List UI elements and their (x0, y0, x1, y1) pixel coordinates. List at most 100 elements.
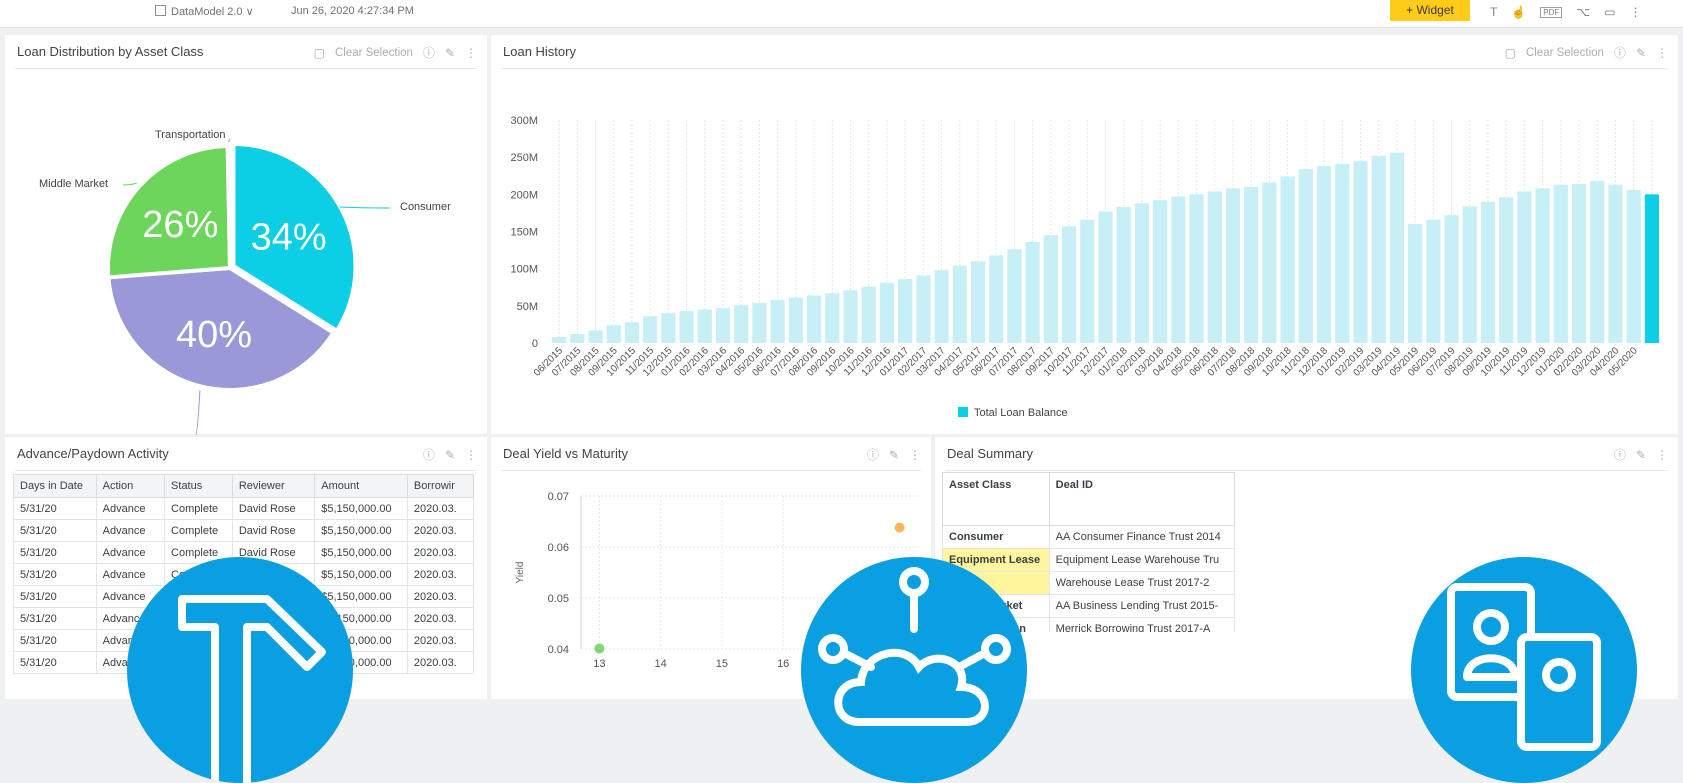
bar[interactable] (770, 299, 785, 343)
pie-slice[interactable] (225, 143, 232, 269)
bar[interactable] (825, 293, 840, 343)
bar[interactable] (1116, 206, 1131, 343)
bar[interactable] (1298, 169, 1313, 343)
column-header[interactable]: Amount (314, 474, 408, 498)
more-icon[interactable]: ⋮ (465, 448, 477, 462)
bar[interactable] (1244, 186, 1259, 343)
info-icon[interactable]: ⓘ (423, 446, 435, 463)
clear-selection-icon[interactable]: ▢ (314, 46, 325, 60)
present-icon[interactable]: ▭ (1604, 5, 1615, 19)
edit-icon[interactable]: ✎ (1636, 448, 1646, 462)
bar[interactable] (1316, 166, 1332, 343)
bar[interactable] (1080, 219, 1095, 343)
asset-class-cell[interactable]: Consumer (942, 525, 1050, 549)
bar[interactable] (1171, 196, 1186, 343)
bar[interactable] (697, 309, 712, 343)
bar[interactable] (1553, 184, 1568, 343)
bar[interactable] (570, 334, 585, 343)
clear-selection-button[interactable]: Clear Selection (335, 47, 413, 59)
bar[interactable] (898, 279, 913, 343)
scatter-point[interactable] (594, 643, 605, 654)
bar[interactable] (843, 290, 858, 343)
more-icon[interactable]: ⋮ (909, 448, 921, 462)
clear-selection-button[interactable]: Clear Selection (1526, 47, 1604, 59)
bar[interactable] (952, 265, 967, 343)
pie-chart[interactable]: 34%Consumer40%Equipment Lease26%Middle M… (5, 75, 487, 435)
bar[interactable] (1371, 155, 1386, 343)
bar[interactable] (624, 322, 640, 343)
info-icon[interactable]: ⓘ (1614, 446, 1626, 463)
bar[interactable] (679, 311, 694, 343)
bar[interactable] (788, 297, 803, 343)
edit-icon[interactable]: ✎ (1636, 46, 1646, 60)
bar[interactable] (715, 308, 731, 343)
bar[interactable] (879, 282, 895, 343)
edit-icon[interactable]: ✎ (445, 46, 455, 60)
bar[interactable] (1225, 188, 1241, 343)
bar[interactable] (1098, 211, 1113, 343)
column-header[interactable]: Action (95, 474, 166, 498)
bar[interactable] (1153, 200, 1168, 343)
touch-icon[interactable]: ☝ (1511, 5, 1526, 19)
bar[interactable] (1408, 224, 1423, 343)
bar[interactable] (1189, 194, 1204, 343)
column-header[interactable]: Days in Date (13, 474, 97, 498)
more-icon[interactable]: ⋮ (1656, 46, 1668, 60)
text-icon[interactable]: T (1490, 5, 1497, 19)
add-widget-button[interactable]: + Widget (1390, 0, 1470, 21)
bar[interactable] (588, 330, 603, 343)
bar[interactable] (1025, 241, 1040, 343)
bar[interactable] (1608, 184, 1623, 343)
bar[interactable] (1134, 203, 1150, 343)
bar[interactable] (1571, 183, 1587, 343)
bar[interactable] (916, 275, 931, 343)
more-icon[interactable]: ⋮ (465, 46, 477, 60)
bar[interactable] (1644, 194, 1659, 343)
scatter-point[interactable] (894, 522, 905, 533)
column-header[interactable]: Asset Class (942, 472, 1050, 526)
bar[interactable] (1426, 219, 1441, 343)
bar[interactable] (661, 313, 676, 343)
table-row[interactable]: Consumer AA Consumer Finance Trust 2014 (942, 525, 1235, 549)
bar[interactable] (1007, 249, 1022, 343)
bar[interactable] (1517, 191, 1532, 343)
bar[interactable] (1535, 188, 1550, 343)
bar[interactable] (1462, 206, 1477, 343)
info-icon[interactable]: ⓘ (423, 44, 435, 61)
bar[interactable] (552, 337, 567, 343)
bar[interactable] (1207, 191, 1222, 343)
bar[interactable] (1043, 235, 1058, 343)
column-header[interactable]: Deal ID (1048, 472, 1235, 526)
bar[interactable] (1480, 201, 1496, 343)
edit-icon[interactable]: ✎ (445, 448, 455, 462)
table-row[interactable]: 5/31/20AdvanceCompleteDavid Rose$5,150,0… (13, 519, 474, 542)
edit-icon[interactable]: ✎ (889, 448, 899, 462)
bar[interactable] (1262, 182, 1277, 343)
bar[interactable] (752, 302, 767, 343)
bar[interactable] (1335, 163, 1350, 343)
more-icon[interactable]: ⋮ (1656, 448, 1668, 462)
bar[interactable] (643, 316, 658, 343)
clear-selection-icon[interactable]: ▢ (1505, 46, 1516, 60)
bar[interactable] (970, 261, 986, 343)
bar[interactable] (1626, 189, 1641, 343)
datamodel-selector[interactable]: DataModel 2.0 ∨ (155, 5, 254, 18)
pdf-icon[interactable]: PDF (1540, 6, 1563, 18)
share-icon[interactable]: ⌥ (1576, 5, 1590, 19)
info-icon[interactable]: ⓘ (867, 446, 879, 463)
bar[interactable] (1389, 152, 1405, 343)
bar[interactable] (989, 255, 1004, 343)
info-icon[interactable]: ⓘ (1614, 44, 1626, 61)
bar[interactable] (606, 325, 621, 343)
column-header[interactable]: Status (164, 474, 233, 498)
bar[interactable] (1353, 160, 1368, 343)
bar[interactable] (1590, 180, 1605, 343)
bar[interactable] (861, 286, 876, 343)
bar[interactable] (934, 270, 949, 343)
column-header[interactable]: Borrowir (406, 474, 474, 498)
bar[interactable] (734, 305, 749, 343)
column-header[interactable]: Reviewer (231, 474, 316, 498)
bar[interactable] (1280, 176, 1295, 343)
bar-chart[interactable]: 050M100M150M200M250M300M06/201507/201508… (491, 73, 1678, 433)
bar[interactable] (1061, 226, 1077, 343)
